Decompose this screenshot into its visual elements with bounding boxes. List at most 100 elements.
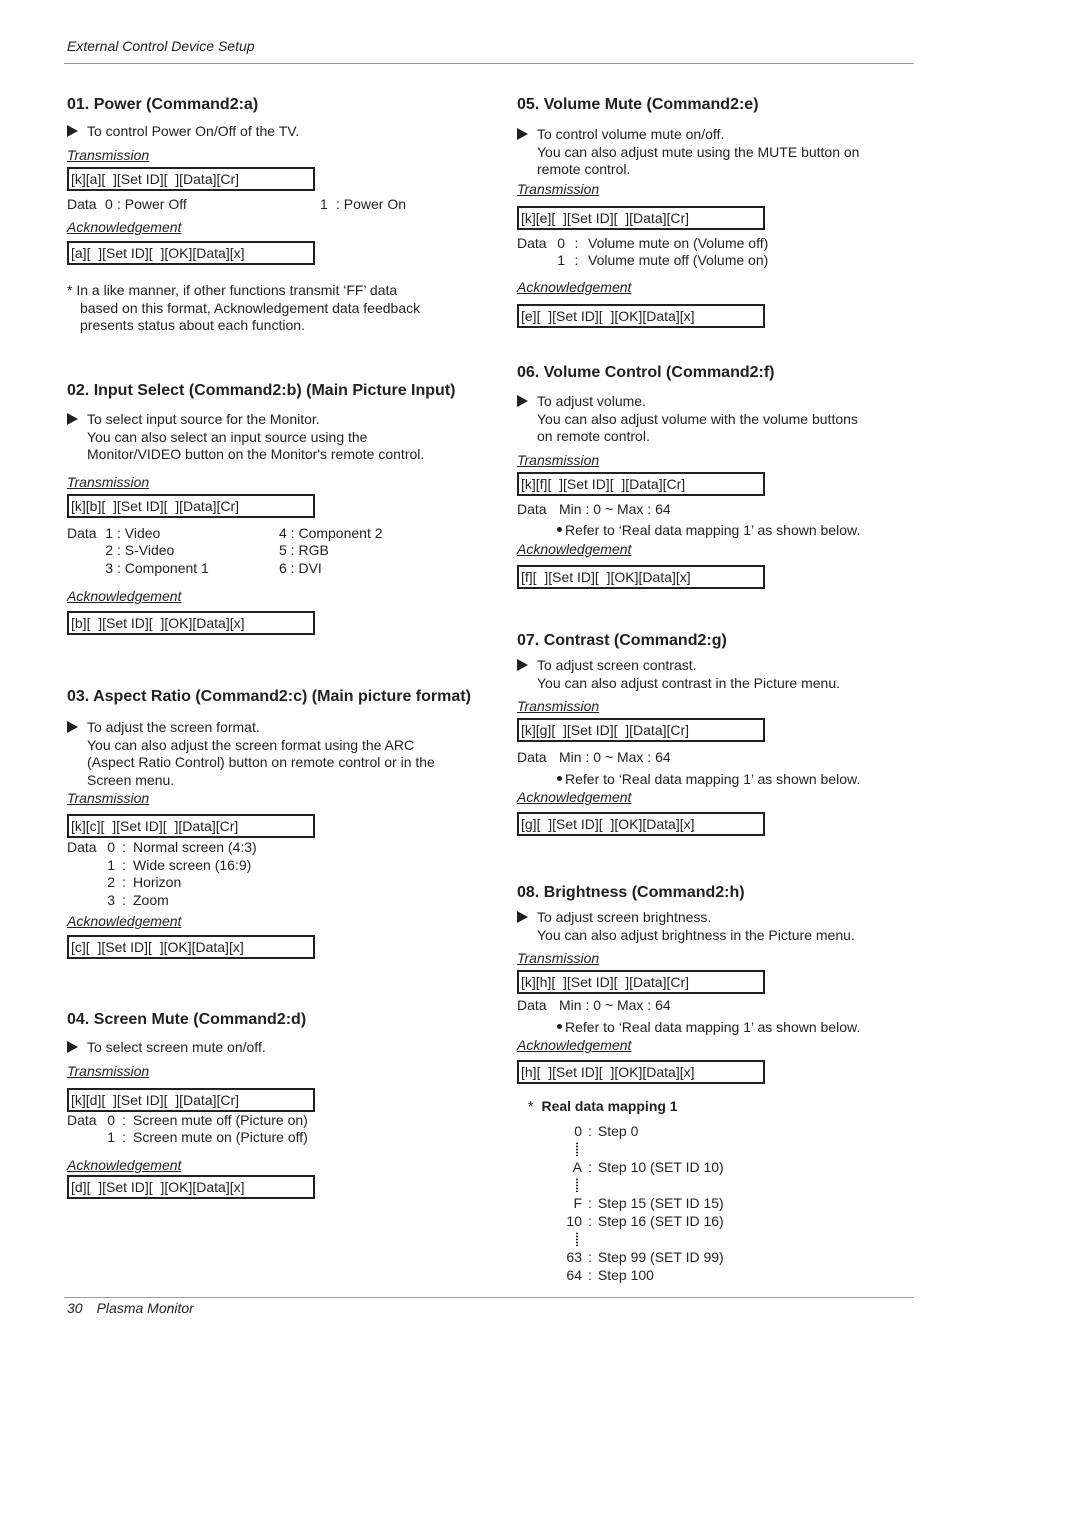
data-cell: : Power Off (117, 195, 187, 212)
transmission-label: Transmission (67, 1062, 150, 1079)
play-arrow-icon (67, 721, 78, 733)
data-cell: 4 : Component 2 (279, 524, 383, 541)
data-cell: 1 (557, 252, 565, 268)
mapping-row: 10: Step 16 (SET ID 16) (562, 1212, 724, 1230)
data-cell: 3 (105, 559, 113, 576)
data-cell: Data (67, 524, 97, 541)
page-header: External Control Device Setup (67, 38, 255, 54)
data-cell: Min : 0 ~ Max : 64 (559, 749, 671, 765)
data-cell: 5 : RGB (279, 542, 329, 558)
data-values: Data 0: Screen mute off (Picture on) 1: Scr… (67, 1112, 487, 1147)
data-cell: Data (517, 234, 547, 251)
data-cell: : (574, 234, 579, 251)
transmission-format-box: [k][d][ ][Set ID][ ][Data][Cr] (67, 1087, 315, 1112)
bullet-icon (557, 1023, 562, 1029)
mapping-key: F (573, 1195, 582, 1211)
data-cell: Zoom (133, 891, 169, 908)
data-values: Data Min : 0 ~ Max : 64 (517, 997, 937, 1015)
data-cell: 2 (107, 874, 115, 890)
product-name: Plasma Monitor (96, 1300, 194, 1316)
mapping-rows: 0: Step 0 A: Step 10 (SET ID 10) F: Step 15 (… (562, 1122, 724, 1284)
mapping-value: Step 100 (597, 1267, 654, 1283)
data-cell: : (122, 891, 126, 908)
mapping-key: 0 (574, 1123, 582, 1139)
section-screen-mute: 04. Screen Mute (Command2:d) To select s… (67, 1010, 487, 1199)
mapping-separator: : (588, 1267, 592, 1283)
data-cell: 1 (105, 524, 113, 541)
transmission-format-box: [k][b][ ][Set ID][ ][Data][Cr] (67, 493, 315, 518)
data-cell (67, 560, 105, 578)
data-cell: : (122, 874, 126, 890)
transmission-format-box: [k][g][ ][Set ID][ ][Data][Cr] (517, 718, 765, 742)
section-title: 06. Volume Control (Command2:f) (517, 364, 775, 381)
play-arrow-icon (67, 413, 78, 425)
data-values: Data 0 : Power Off 1 : Power On (67, 196, 487, 214)
mapping-reference-note: Refer to ‘Real data mapping 1’ as shown … (517, 1019, 937, 1037)
section-description: To adjust screen brightness. You can als… (517, 909, 937, 944)
data-values: Data 1 : Video 4 : Component 2 2 : S-Vid… (67, 525, 487, 578)
mapping-reference-note: Refer to ‘Real data mapping 1’ as shown … (517, 522, 937, 540)
section-aspect-ratio: 03. Aspect Ratio (Command2:c) (Main pict… (67, 687, 487, 959)
section-description: To select screen mute on/off. (67, 1039, 487, 1057)
mapping-row: 0: Step 0 (562, 1122, 724, 1140)
section-title: 05. Volume Mute (Command2:e) (517, 96, 759, 113)
data-cell (67, 857, 107, 875)
data-values: Data Min : 0 ~ Max : 64 (517, 749, 937, 767)
mapping-key: 10 (566, 1213, 582, 1229)
mapping-key: 64 (566, 1267, 582, 1283)
data-cell (67, 874, 107, 892)
vertical-ellipsis-icon (562, 1140, 582, 1158)
transmission-format-box: [k][a][ ][Set ID][ ][Data][Cr] (67, 166, 315, 191)
section-description: To adjust the screen format. You can als… (67, 719, 487, 789)
acknowledgement-format-box: [a][ ][Set ID][ ][OK][Data][x] (67, 241, 315, 265)
data-row: 1: Screen mute on (Picture off) (67, 1129, 308, 1147)
data-cell: Data (67, 839, 97, 855)
mapping-row: F: Step 15 (SET ID 15) (562, 1194, 723, 1212)
section-volume-control: 06. Volume Control (Command2:f) To adjus… (517, 363, 937, 589)
data-cell: 0 (107, 839, 115, 855)
data-row: Data 0 : Power Off 1 : Power On (67, 196, 406, 214)
data-row: Data 0: Screen mute off (Picture on) (67, 1112, 308, 1130)
data-row: 1: Wide screen (16:9) (67, 857, 257, 875)
real-data-mapping: * Real data mapping 1 0: Step 0 A: Step 10 (… (528, 1098, 724, 1284)
data-row: 2 : S-Video 5 : RGB (67, 542, 383, 560)
mapping-row: A: Step 10 (SET ID 10) (562, 1158, 724, 1176)
mapping-value: Step 99 (SET ID 99) (597, 1249, 724, 1265)
play-arrow-icon (517, 395, 528, 407)
data-row: Data Min : 0 ~ Max : 64 (517, 997, 671, 1015)
transmission-label: Transmission (517, 698, 600, 714)
data-cell: Screen mute off (Picture on) (133, 1111, 308, 1128)
mapping-separator: : (588, 1159, 592, 1175)
section-volume-mute: 05. Volume Mute (Command2:e) To control … (517, 95, 937, 328)
mapping-separator: : (588, 1123, 592, 1139)
data-row: 3: Zoom (67, 892, 257, 910)
data-cell: Min : 0 ~ Max : 64 (559, 500, 671, 517)
section-title: 01. Power (Command2:a) (67, 96, 259, 113)
mapping-value: Step 10 (SET ID 10) (597, 1159, 724, 1175)
page-footer: 30 Plasma Monitor (67, 1300, 194, 1316)
section-title: 03. Aspect Ratio (Command2:c) (Main pict… (67, 688, 471, 705)
data-cell (517, 252, 557, 270)
footer-divider (64, 1297, 914, 1298)
acknowledgement-label: Acknowledgement (517, 789, 632, 805)
acknowledgement-label: Acknowledgement (517, 1037, 632, 1053)
footnote: * In a like manner, if other functions t… (67, 282, 421, 333)
asterisk-icon: * (528, 1098, 534, 1114)
mapping-separator: : (588, 1249, 592, 1265)
data-values: Data 0: Normal screen (4:3) 1: Wide screen … (67, 839, 487, 909)
data-cell: 2 (105, 542, 113, 558)
data-row: Data 1 : Video 4 : Component 2 (67, 525, 383, 543)
mapping-reference-note: Refer to ‘Real data mapping 1’ as shown … (517, 771, 937, 789)
section-description: To control volume mute on/off. You can a… (517, 126, 937, 179)
data-row: Data Min : 0 ~ Max : 64 (517, 749, 671, 767)
mapping-value: Step 16 (SET ID 16) (597, 1213, 724, 1229)
section-title: 02. Input Select (Command2:b) (Main Pict… (67, 382, 456, 399)
data-cell: : (122, 856, 126, 873)
data-cell: Wide screen (16:9) (133, 856, 252, 873)
data-cell: Min : 0 ~ Max : 64 (559, 997, 671, 1013)
section-description: To select input source for the Monitor. … (67, 411, 487, 464)
data-row: Data Min : 0 ~ Max : 64 (517, 501, 671, 519)
data-cell: 0 (107, 1111, 115, 1128)
transmission-label: Transmission (67, 146, 150, 163)
acknowledgement-label: Acknowledgement (67, 913, 182, 929)
